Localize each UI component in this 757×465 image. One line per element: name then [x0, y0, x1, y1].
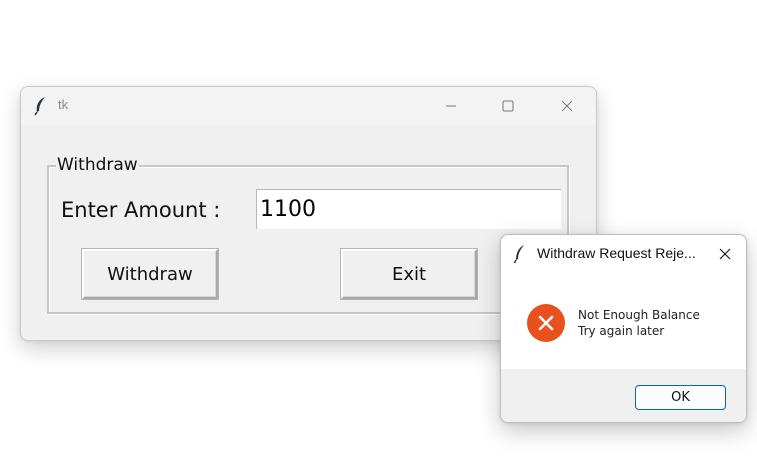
maximize-icon [502, 100, 514, 112]
withdraw-button[interactable]: Withdraw [82, 249, 218, 299]
minimize-button[interactable] [428, 87, 474, 125]
feather-icon [34, 97, 45, 116]
error-x-icon [527, 304, 565, 342]
dialog-titlebar[interactable]: Withdraw Request Reje... [501, 235, 746, 273]
close-icon [719, 248, 731, 260]
close-icon [561, 100, 573, 112]
dialog-title: Withdraw Request Reje... [537, 245, 696, 261]
frame-label: Withdraw [56, 154, 139, 176]
dialog-close-button[interactable] [710, 239, 740, 269]
dialog-message-line1: Not Enough Balance [578, 308, 700, 322]
amount-input[interactable] [256, 189, 561, 229]
dialog-message-line2: Try again later [578, 324, 665, 338]
ok-button[interactable]: OK [635, 385, 726, 410]
close-button[interactable] [544, 87, 590, 125]
window-title: tk [58, 97, 69, 112]
main-titlebar[interactable]: tk [21, 87, 596, 125]
exit-button[interactable]: Exit [341, 249, 477, 299]
error-dialog: Withdraw Request Reje... Not Enough Bala… [500, 234, 747, 423]
maximize-button[interactable] [485, 87, 531, 125]
minimize-icon [446, 105, 456, 107]
amount-label: Enter Amount : [61, 198, 221, 222]
feather-icon [513, 245, 524, 264]
